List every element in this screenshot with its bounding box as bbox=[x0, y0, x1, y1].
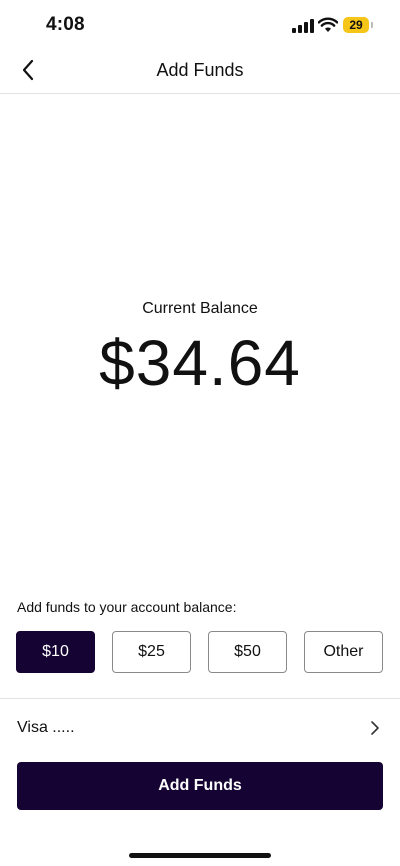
page-title: Add Funds bbox=[156, 60, 244, 80]
home-indicator bbox=[129, 853, 271, 858]
divider bbox=[0, 698, 400, 699]
add-funds-button[interactable]: Add Funds bbox=[17, 762, 383, 810]
status-time: 4:08 bbox=[46, 14, 85, 35]
payment-method-row[interactable]: Visa ..... bbox=[0, 708, 400, 748]
balance-amount: $34.64 bbox=[99, 327, 301, 399]
amount-option-other[interactable]: Other bbox=[304, 631, 383, 673]
amount-option-25[interactable]: $25 bbox=[112, 631, 191, 673]
chevron-right-icon bbox=[371, 721, 379, 735]
amount-prompt: Add funds to your account balance: bbox=[17, 599, 237, 615]
amount-option-50[interactable]: $50 bbox=[208, 631, 287, 673]
status-bar: 4:08 29 bbox=[0, 0, 400, 50]
payment-method-label: Visa ..... bbox=[17, 719, 75, 736]
nav-header: Add Funds bbox=[0, 50, 400, 94]
balance-section: Current Balance $34.64 bbox=[0, 300, 400, 400]
balance-label: Current Balance bbox=[142, 300, 258, 317]
battery-indicator: 29 bbox=[343, 17, 373, 33]
amount-option-10[interactable]: $10 bbox=[16, 631, 95, 673]
wifi-icon bbox=[318, 17, 338, 32]
amount-options: $10 $25 $50 Other bbox=[16, 631, 383, 673]
cellular-signal-icon bbox=[292, 19, 314, 33]
